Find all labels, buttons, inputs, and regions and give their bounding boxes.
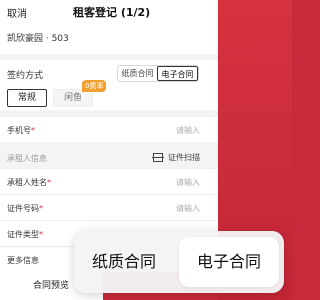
sign-method-segmented-control: 纸质合同 电子合同 — [117, 65, 199, 82]
tenant-info-section: 承租人信息 证件扫描 — [0, 148, 218, 168]
id-number-field[interactable]: 证件号码* 请输入 — [0, 194, 218, 220]
id-number-input[interactable]: 请输入 — [176, 203, 200, 214]
more-info-label: 更多信息 — [7, 256, 39, 265]
header: 取消 租客登记 (1/2) — [0, 0, 218, 24]
tenant-info-label: 承租人信息 — [7, 154, 47, 163]
electronic-contract-option[interactable]: 电子合同 — [157, 66, 198, 81]
tenant-name-label: 承租人姓名* — [7, 178, 51, 187]
id-type-label: 证件类型* — [7, 230, 43, 239]
property-address: 凯欣豪园 · 503 — [0, 24, 218, 54]
tenant-name-input[interactable]: 请输入 — [176, 177, 200, 188]
sign-method-label: 签约方式 — [7, 71, 44, 81]
mode-row: 常规 闲鱼 0费率 — [0, 80, 218, 110]
id-scan-label: 证件扫描 — [168, 153, 200, 162]
sign-method-row: 签约方式 纸质合同 电子合同 — [0, 60, 218, 86]
contract-type-popup: 纸质合同 电子合同 — [74, 231, 284, 293]
phone-field[interactable]: 手机号* 请输入 — [0, 116, 218, 142]
normal-mode-button[interactable]: 常规 — [7, 89, 47, 107]
page-title: 租客登记 (1/2) — [73, 6, 151, 19]
zero-fee-badge: 0费率 — [82, 80, 107, 92]
cancel-button[interactable]: 取消 — [7, 5, 27, 20]
paper-contract-option[interactable]: 纸质合同 — [118, 66, 157, 81]
contract-preview-button[interactable]: 合同预览 — [33, 278, 69, 291]
tenant-name-field[interactable]: 承租人姓名* 请输入 — [0, 168, 218, 194]
scan-icon — [152, 153, 164, 162]
popup-electronic-contract-option[interactable]: 电子合同 — [179, 237, 279, 287]
id-number-label: 证件号码* — [7, 204, 43, 213]
phone-input[interactable]: 请输入 — [176, 125, 200, 136]
id-scan-button[interactable]: 证件扫描 — [152, 152, 200, 163]
popup-paper-contract-option[interactable]: 纸质合同 — [74, 237, 174, 287]
phone-label: 手机号* — [7, 126, 35, 135]
